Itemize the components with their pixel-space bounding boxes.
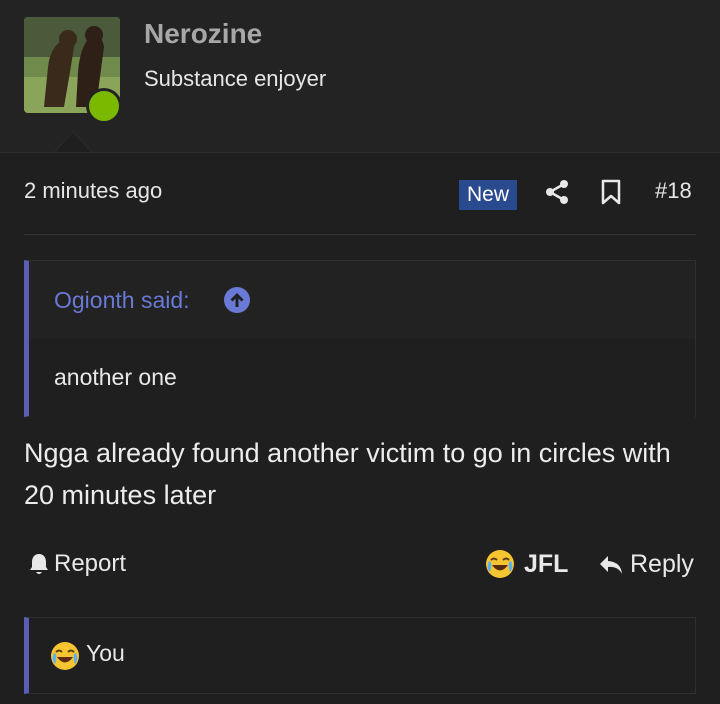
reaction-button[interactable]: JFL [484, 548, 568, 580]
reply-button[interactable]: Reply [598, 550, 694, 579]
quote-header: Ogionth said: [29, 261, 695, 339]
user-title: Substance enjoyer [144, 66, 327, 91]
online-status-indicator [86, 88, 122, 124]
reaction-label: JFL [524, 549, 569, 578]
new-badge: New [459, 180, 518, 210]
arrow-up-circle-icon[interactable] [224, 287, 250, 313]
post-number-link[interactable]: #18 [655, 178, 692, 204]
bell-icon [30, 554, 48, 574]
reaction-user-list[interactable]: You [86, 640, 125, 667]
joy-crying-emoji-icon [486, 550, 514, 578]
post-author-header: Nerozine Substance enjoyer [0, 0, 720, 153]
reply-label: Reply [630, 550, 694, 578]
quote-block: Ogionth said: another one [24, 260, 696, 417]
quote-text: another one [54, 364, 177, 390]
report-label: Report [54, 550, 127, 577]
joy-crying-emoji-icon [49, 640, 81, 672]
share-icon[interactable] [545, 179, 569, 205]
reactions-summary[interactable]: You [24, 617, 696, 694]
meta-divider [24, 234, 696, 235]
post-message: Ngga already found another victim to go … [24, 438, 671, 510]
quote-body: another one [29, 339, 695, 417]
post-meta-row: 2 minutes ago New #18 [0, 165, 720, 221]
quote-author-link[interactable]: Ogionth said: [54, 287, 190, 314]
post-actions: Report JFL Reply [0, 540, 720, 592]
bookmark-icon[interactable] [600, 179, 622, 205]
username[interactable]: Nerozine [144, 18, 262, 50]
post-timestamp[interactable]: 2 minutes ago [24, 178, 162, 204]
reply-icon [600, 555, 622, 574]
header-pointer [55, 132, 91, 152]
report-button[interactable]: Report [28, 550, 126, 578]
